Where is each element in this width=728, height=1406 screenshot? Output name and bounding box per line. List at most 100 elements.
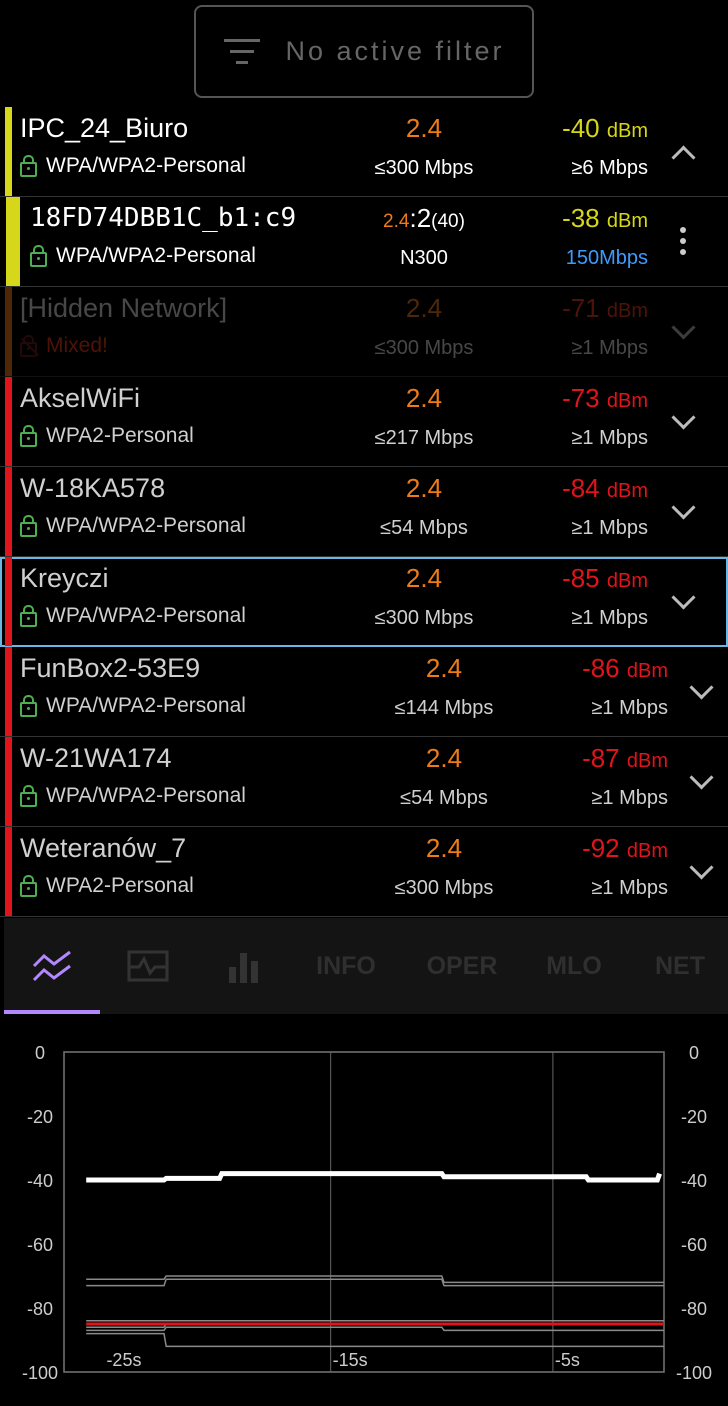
y-tick-label-left: 0 — [35, 1043, 45, 1063]
network-row[interactable]: W-21WA174 WPA/WPA2-Personal 2.4 ≤54 Mbps… — [0, 737, 728, 827]
max-speed: ≤54 Mbps — [400, 787, 488, 809]
tab-signal-graph[interactable] — [100, 918, 196, 1014]
band: 2.4 — [425, 833, 463, 863]
bssid: 18FD74DBB1C_b1:c9 — [30, 203, 297, 233]
security: WPA/WPA2-Personal — [30, 244, 256, 268]
chevron-down-icon[interactable] — [671, 585, 696, 610]
min-speed: ≥6 Mbps — [571, 157, 648, 179]
signal-time-chart: 0 0 -20 -20 -40 -40 -60 -60 -80 -80 -100 -100 -25s -1… — [0, 1030, 728, 1406]
min-speed: ≥1 Mbps — [571, 607, 648, 629]
network-row[interactable]: IPC_24_Biuro WPA/WPA2-Personal 2.4 ≤300 … — [0, 107, 728, 197]
chevron-down-icon[interactable] — [671, 495, 696, 520]
min-speed: ≥1 Mbps — [571, 517, 648, 539]
x-tick-label: -5s — [555, 1350, 580, 1370]
more-options-icon[interactable] — [680, 227, 686, 260]
min-speed: ≥1 Mbps — [571, 337, 648, 359]
network-row[interactable]: AkselWiFi WPA2-Personal 2.4 ≤217 Mbps -7… — [0, 377, 728, 467]
network-row[interactable]: [Hidden Network] Mixed! 2.4 ≤300 Mbps -7… — [0, 287, 728, 377]
signal-color-bar — [5, 737, 12, 826]
chart-svg: 0 0 -20 -20 -40 -40 -60 -60 -80 -80 -100 -100 -25s -1… — [22, 1043, 712, 1383]
security: Mixed! — [20, 334, 108, 358]
ssid: AkselWiFi — [20, 383, 140, 413]
security: WPA/WPA2-Personal — [20, 154, 246, 178]
signal-color-bar — [5, 647, 12, 736]
y-tick-label-left: -100 — [22, 1363, 58, 1383]
max-speed: ≤217 Mbps — [374, 427, 474, 449]
ssid: W-21WA174 — [20, 743, 172, 773]
signal-strength: -73 dBm — [562, 383, 648, 413]
chevron-down-icon[interactable] — [671, 405, 696, 430]
lock-icon — [30, 244, 47, 267]
tab-oper[interactable]: OPER — [408, 918, 516, 1014]
y-tick-label-left: -60 — [27, 1235, 53, 1255]
signal-strength: -40 dBm — [562, 113, 648, 143]
network-row[interactable]: W-18KA578 WPA/WPA2-Personal 2.4 ≤54 Mbps… — [0, 467, 728, 557]
signal-color-bar — [5, 467, 12, 556]
signal-series-line — [86, 1326, 664, 1332]
max-speed: ≤300 Mbps — [374, 337, 474, 359]
filter-button[interactable]: No active filter — [194, 5, 534, 98]
chevron-down-icon[interactable] — [671, 315, 696, 340]
ssid: [Hidden Network] — [20, 293, 228, 323]
max-speed: ≤300 Mbps — [374, 607, 474, 629]
max-speed: ≤144 Mbps — [394, 697, 494, 719]
min-speed: ≥1 Mbps — [591, 787, 668, 809]
bar-chart-icon — [229, 953, 258, 983]
max-speed: ≤300 Mbps — [374, 157, 474, 179]
chevron-up-icon[interactable] — [671, 145, 696, 170]
chevron-down-icon[interactable] — [689, 765, 714, 790]
min-speed: ≥1 Mbps — [571, 427, 648, 449]
band: 2.4 — [405, 113, 443, 143]
max-speed: ≤54 Mbps — [380, 517, 468, 539]
lock-icon — [20, 424, 37, 447]
chevron-down-icon[interactable] — [689, 855, 714, 880]
filter-icon — [223, 37, 261, 67]
signal-series-line — [86, 1171, 662, 1183]
band: 2.4 — [425, 743, 463, 773]
security: WPA/WPA2-Personal — [20, 604, 246, 628]
ssid: Weteranów_7 — [20, 833, 187, 863]
lock-icon — [20, 154, 37, 177]
min-speed: ≥1 Mbps — [591, 697, 668, 719]
band: 2.4 — [405, 383, 443, 413]
signal-strength: -92 dBm — [582, 833, 668, 863]
y-tick-label-left: -80 — [27, 1299, 53, 1319]
unlocked-icon — [20, 334, 40, 357]
signal-color-bar — [6, 197, 20, 286]
tab-net[interactable]: NET — [632, 918, 728, 1014]
network-row[interactable]: Kreyczi WPA/WPA2-Personal 2.4 ≤300 Mbps … — [0, 557, 728, 647]
ssid: W-18KA578 — [20, 473, 166, 503]
ssid: IPC_24_Biuro — [20, 113, 189, 143]
tab-mlo[interactable]: MLO — [526, 918, 622, 1014]
signal-color-bar — [5, 557, 12, 646]
tab-bar: INFO OPER MLO NET — [4, 918, 728, 1014]
y-tick-label-right: 0 — [689, 1043, 699, 1063]
network-row[interactable]: Weteranów_7 WPA2-Personal 2.4 ≤300 Mbps … — [0, 827, 728, 917]
y-tick-label-right: -100 — [676, 1363, 712, 1383]
ssid: Kreyczi — [20, 563, 109, 593]
y-tick-label-right: -40 — [681, 1171, 707, 1191]
signal-color-bar — [5, 377, 12, 466]
lock-icon — [20, 514, 37, 537]
band: 2.4 — [405, 473, 443, 503]
y-tick-label-left: -40 — [27, 1171, 53, 1191]
y-tick-label-left: -20 — [27, 1107, 53, 1127]
wifi-mode: N300 — [400, 247, 448, 269]
access-point-row[interactable]: 18FD74DBB1C_b1:c9 WPA/WPA2-Personal 2.4:… — [0, 197, 728, 287]
tab-info[interactable]: INFO — [296, 918, 396, 1014]
lock-icon — [20, 874, 37, 897]
lock-icon — [20, 694, 37, 717]
tab-time-graph[interactable] — [4, 918, 100, 1014]
tab-channel-rating[interactable] — [196, 918, 292, 1014]
x-tick-label: -25s — [106, 1350, 141, 1370]
network-row[interactable]: FunBox2-53E9 WPA/WPA2-Personal 2.4 ≤144 … — [0, 647, 728, 737]
signal-strength: -85 dBm — [562, 563, 648, 593]
security: WPA/WPA2-Personal — [20, 694, 246, 718]
chevron-down-icon[interactable] — [689, 675, 714, 700]
security: WPA/WPA2-Personal — [20, 784, 246, 808]
ssid: FunBox2-53E9 — [20, 653, 201, 683]
lock-icon — [20, 604, 37, 627]
signal-strength: -86 dBm — [582, 653, 668, 683]
band: 2.4 — [405, 293, 443, 323]
band: 2.4 — [405, 563, 443, 593]
